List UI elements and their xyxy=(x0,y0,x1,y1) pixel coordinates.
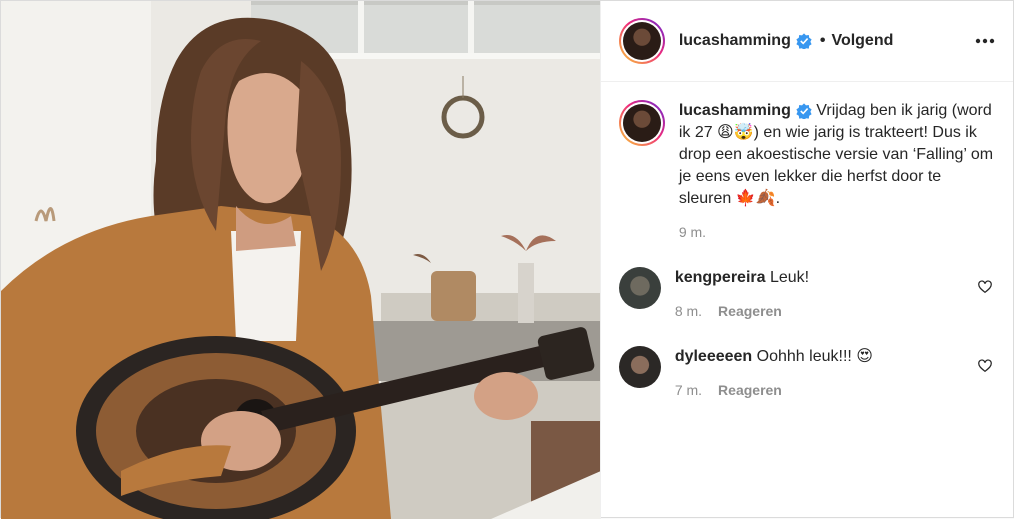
caption: lucashamming Vrijdag ben ik jarig (word … xyxy=(618,100,995,243)
header-username[interactable]: lucashamming xyxy=(679,32,791,50)
comment-time[interactable]: 8 m. xyxy=(675,300,702,322)
comment-item: dyleeeeen Oohhh leuk!!! 😍 7 m. Reageren xyxy=(618,346,995,401)
comment-item: kengpereira Leuk! 8 m. Reageren xyxy=(618,267,995,322)
caption-time[interactable]: 9 m. xyxy=(679,221,706,243)
photo-man-playing-guitar xyxy=(1,1,600,519)
author-avatar-story-ring[interactable] xyxy=(618,18,665,64)
author-avatar xyxy=(622,22,661,60)
post-modal: lucashamming • Volgend lucashamming Vrij… xyxy=(0,0,1014,519)
post-side-panel: lucashamming • Volgend lucashamming Vrij… xyxy=(599,1,1013,519)
post-header: lucashamming • Volgend xyxy=(600,1,1013,82)
reply-button[interactable]: Reageren xyxy=(718,300,782,322)
comment-text: Oohhh leuk!!! 😍 xyxy=(756,348,873,365)
header-separator: • xyxy=(819,32,826,49)
following-button[interactable]: Volgend xyxy=(831,32,893,50)
header-author: lucashamming • Volgend xyxy=(679,32,893,50)
more-options-icon[interactable] xyxy=(973,29,997,53)
comment-time[interactable]: 7 m. xyxy=(675,379,702,401)
commenter-avatar[interactable] xyxy=(618,267,661,309)
comment-text: Leuk! xyxy=(769,269,810,286)
commenter-avatar[interactable] xyxy=(618,346,661,388)
verified-badge-icon xyxy=(796,103,812,119)
heart-icon[interactable] xyxy=(975,356,995,376)
comments-list: lucashamming Vrijdag ben ik jarig (word … xyxy=(601,82,1013,519)
caption-avatar-story-ring[interactable] xyxy=(618,100,665,146)
verified-badge-icon xyxy=(796,33,812,49)
reply-button[interactable]: Reageren xyxy=(718,379,782,401)
heart-icon[interactable] xyxy=(975,277,995,297)
comment-username[interactable]: kengpereira xyxy=(675,267,766,289)
comment-username[interactable]: dyleeeeen xyxy=(675,346,752,368)
post-photo[interactable] xyxy=(1,1,600,519)
caption-avatar xyxy=(622,104,661,142)
caption-username[interactable]: lucashamming xyxy=(679,100,812,122)
